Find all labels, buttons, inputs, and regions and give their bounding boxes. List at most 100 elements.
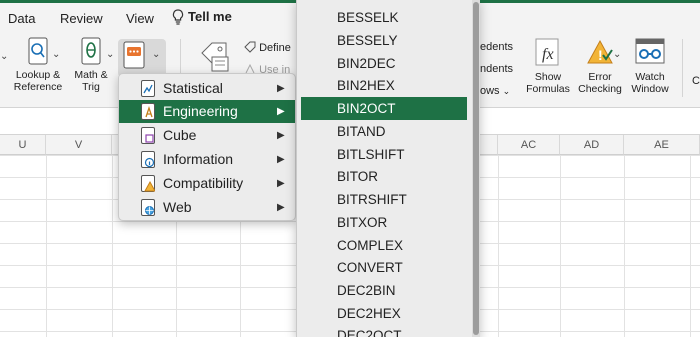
function-item[interactable]: BITLSHIFT xyxy=(297,143,471,166)
ribbon-separator xyxy=(682,39,683,97)
category-item-web[interactable]: Web ▶ xyxy=(119,196,295,219)
tell-me-label: Tell me xyxy=(188,9,232,24)
function-category-menu: Statistical ▶ Engineering ▶ Cube ▶ Infor… xyxy=(118,73,296,221)
tell-me-search[interactable]: Tell me xyxy=(172,9,232,25)
statistical-icon xyxy=(141,80,155,97)
math-label-1: Math & xyxy=(74,69,108,81)
grid-line xyxy=(560,155,561,337)
calculation-options-button[interactable]: C xyxy=(692,75,700,87)
svg-text:fx: fx xyxy=(542,46,554,63)
category-item-engineering[interactable]: Engineering ▶ xyxy=(119,100,295,123)
web-icon xyxy=(141,199,155,216)
grid-line xyxy=(112,155,113,337)
cube-icon xyxy=(141,127,155,144)
submenu-arrow-icon: ▶ xyxy=(277,154,285,165)
category-item-cube[interactable]: Cube ▶ xyxy=(119,124,295,147)
chevron-down-icon[interactable]: ⌄ xyxy=(106,49,114,60)
submenu-scrollbar[interactable] xyxy=(472,0,480,337)
warning-triangle-icon: ! xyxy=(587,39,613,64)
tag-icon xyxy=(244,41,256,53)
tab-review[interactable]: Review xyxy=(60,11,103,26)
define-name-tag-icon xyxy=(201,42,229,72)
submenu-arrow-icon: ▶ xyxy=(277,83,285,94)
grid-line xyxy=(624,155,625,337)
svg-text:!: ! xyxy=(598,47,603,63)
submenu-arrow-icon: ▶ xyxy=(277,106,285,117)
function-item[interactable]: BESSELK xyxy=(297,6,471,29)
watch-window-label-1: Watch xyxy=(635,71,665,83)
function-item-selected[interactable]: BIN2OCT xyxy=(301,97,467,120)
more-functions-icon xyxy=(123,41,145,69)
function-item[interactable]: BITOR xyxy=(297,165,471,188)
column-header-ae[interactable]: AE xyxy=(624,135,700,155)
submenu-arrow-icon: ▶ xyxy=(277,178,285,189)
column-header-v[interactable]: V xyxy=(46,135,112,155)
function-item[interactable]: DEC2BIN xyxy=(297,279,471,302)
engineering-function-submenu: BESSELK BESSELY BIN2DEC BIN2HEX BIN2OCT … xyxy=(296,0,480,337)
function-item[interactable]: BITAND xyxy=(297,120,471,143)
grid-line xyxy=(690,155,691,337)
column-header-ac[interactable]: AC xyxy=(498,135,560,155)
show-formulas-icon: fx xyxy=(535,38,559,66)
function-item[interactable]: CONVERT xyxy=(297,256,471,279)
lookup-label-2: Reference xyxy=(13,81,63,93)
column-header-u[interactable]: U xyxy=(0,135,46,155)
remove-arrows-label: ows xyxy=(480,85,500,97)
submenu-arrow-icon: ▶ xyxy=(277,130,285,141)
compatibility-icon xyxy=(141,175,155,192)
math-trig-button[interactable]: Math & Trig xyxy=(66,37,116,93)
submenu-arrow-icon: ▶ xyxy=(277,202,285,213)
category-item-information[interactable]: Information ▶ xyxy=(119,148,295,171)
more-functions-button[interactable]: ⌄ xyxy=(118,39,166,77)
theta-icon xyxy=(81,37,101,65)
grid-line xyxy=(46,155,47,337)
remove-arrows-button[interactable]: ows ⌄ xyxy=(480,85,510,97)
grid-line xyxy=(498,155,499,337)
category-item-statistical[interactable]: Statistical ▶ xyxy=(119,77,295,100)
lookup-magnifier-icon xyxy=(28,37,48,65)
show-formulas-button[interactable]: fx Show Formulas xyxy=(522,37,574,95)
math-label-2: Trig xyxy=(82,81,100,93)
category-item-compatibility[interactable]: Compatibility ▶ xyxy=(119,172,295,195)
function-item[interactable]: BITXOR xyxy=(297,211,471,234)
watch-window-label-2: Window xyxy=(631,83,669,95)
chevron-down-icon: ⌄ xyxy=(152,49,161,60)
category-label: Cube xyxy=(163,127,197,143)
function-item[interactable]: DEC2HEX xyxy=(297,302,471,325)
tab-data[interactable]: Data xyxy=(8,11,35,26)
function-item[interactable]: BESSELY xyxy=(297,29,471,52)
trace-precedents-button[interactable]: edents xyxy=(480,41,513,53)
lookup-label-1: Lookup & xyxy=(15,69,61,81)
chevron-down-icon[interactable]: ⌄ xyxy=(52,49,60,60)
chevron-down-icon[interactable]: ⌄ xyxy=(0,51,8,62)
watch-window-glasses-icon xyxy=(635,38,665,64)
category-label: Engineering xyxy=(163,103,238,119)
error-checking-label-2: Checking xyxy=(578,83,622,95)
lightbulb-icon xyxy=(172,9,184,25)
show-formulas-label-2: Formulas xyxy=(526,83,570,95)
lookup-reference-button[interactable]: Lookup & Reference xyxy=(10,37,66,93)
category-label: Web xyxy=(163,199,192,215)
category-label: Information xyxy=(163,151,234,167)
function-item[interactable]: COMPLEX xyxy=(297,234,471,257)
error-checking-label-1: Error xyxy=(588,71,612,83)
column-header-ad[interactable]: AD xyxy=(560,135,624,155)
function-item[interactable]: BITRSHIFT xyxy=(297,188,471,211)
scrollbar-thumb[interactable] xyxy=(473,2,479,335)
function-item[interactable]: BIN2DEC xyxy=(297,52,471,75)
information-icon xyxy=(141,151,155,168)
chevron-down-icon[interactable]: ⌄ xyxy=(613,49,621,60)
show-formulas-label-1: Show xyxy=(534,71,562,83)
trace-dependents-button[interactable]: ndents xyxy=(480,63,513,75)
chevron-down-icon: ⌄ xyxy=(502,86,511,96)
tab-view[interactable]: View xyxy=(126,11,154,26)
engineering-icon xyxy=(141,103,155,120)
function-item[interactable]: DEC2OCT xyxy=(297,324,471,337)
watch-window-button[interactable]: Watch Window xyxy=(626,37,674,95)
error-checking-button[interactable]: ! Error Checking xyxy=(576,37,624,95)
function-item[interactable]: BIN2HEX xyxy=(297,74,471,97)
define-name-button[interactable]: Define xyxy=(244,41,291,54)
define-name-label: Define xyxy=(259,42,291,54)
category-label: Compatibility xyxy=(163,175,244,191)
category-label: Statistical xyxy=(163,80,223,96)
